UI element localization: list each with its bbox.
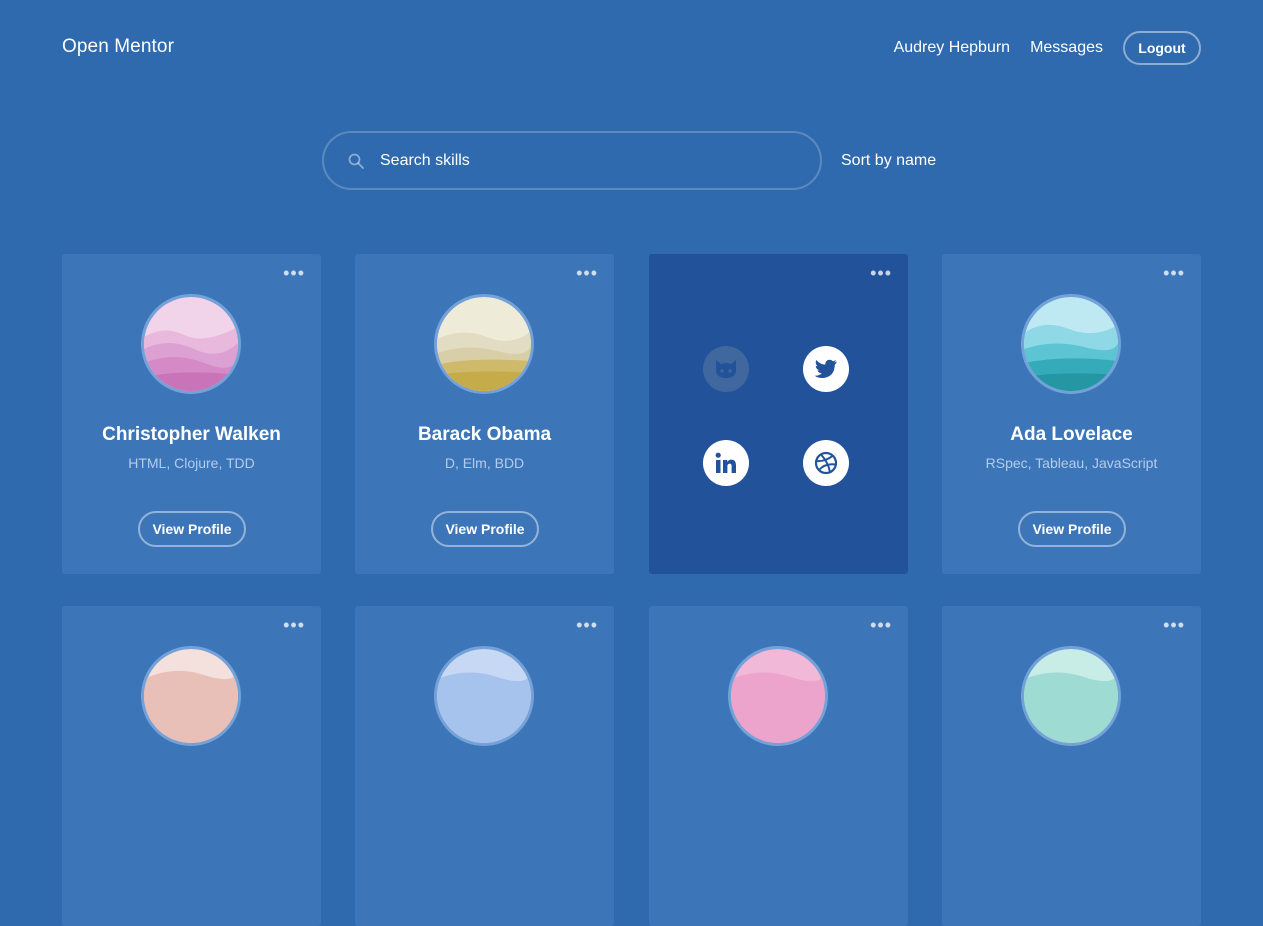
mentor-skills: RSpec, Tableau, JavaScript [985, 455, 1158, 471]
avatar [434, 646, 534, 746]
mentor-card: ••• [942, 606, 1201, 926]
mentor-card: ••• Ada Lovelace RSpec, Tableau, JavaScr… [942, 254, 1201, 574]
mentor-card: ••• [649, 606, 908, 926]
mentor-card: ••• Barack Obama D, Elm, BDD View Profil… [355, 254, 614, 574]
mentor-skills: HTML, Clojure, TDD [128, 455, 255, 471]
view-profile-button[interactable]: View Profile [138, 511, 246, 547]
card-menu-icon[interactable]: ••• [283, 264, 305, 282]
card-menu-icon[interactable]: ••• [576, 264, 598, 282]
mentor-card: ••• [355, 606, 614, 926]
avatar [141, 294, 241, 394]
avatar [728, 646, 828, 746]
view-profile-button[interactable]: View Profile [1018, 511, 1126, 547]
search-input[interactable] [380, 133, 800, 188]
mentor-skills: D, Elm, BDD [444, 455, 525, 471]
mentor-name: Ada Lovelace [1010, 424, 1133, 445]
mentor-card: ••• [62, 606, 321, 926]
mentor-name: Christopher Walken [102, 424, 281, 445]
search-icon [348, 153, 364, 169]
mentor-name: Barack Obama [417, 424, 552, 445]
card-menu-icon[interactable]: ••• [870, 264, 892, 282]
nav-messages[interactable]: Messages [1030, 39, 1103, 57]
linkedin-icon[interactable] [703, 440, 749, 486]
card-menu-icon[interactable]: ••• [576, 616, 598, 634]
card-menu-icon[interactable]: ••• [283, 616, 305, 634]
twitter-icon[interactable] [803, 346, 849, 392]
avatar [141, 646, 241, 746]
top-header: Open Mentor Audrey Hepburn Messages Logo… [0, 0, 1263, 100]
mentor-card: ••• Christopher Walken HTML, Clojure, TD… [62, 254, 321, 574]
view-profile-button[interactable]: View Profile [431, 511, 539, 547]
nav-user-name[interactable]: Audrey Hepburn [894, 39, 1011, 57]
sort-by-name[interactable]: Sort by name [841, 152, 936, 170]
logout-button[interactable]: Logout [1123, 31, 1201, 65]
card-menu-icon[interactable]: ••• [1163, 616, 1185, 634]
brand-logo[interactable]: Open Mentor [62, 36, 174, 58]
dribbble-icon[interactable] [803, 440, 849, 486]
top-nav: Audrey Hepburn Messages Logout [894, 31, 1201, 65]
search-bar [322, 131, 822, 190]
avatar [1021, 646, 1121, 746]
card-menu-icon[interactable]: ••• [870, 616, 892, 634]
card-menu-icon[interactable]: ••• [1163, 264, 1185, 282]
mentor-card-social: ••• [649, 254, 908, 574]
avatar [1021, 294, 1121, 394]
avatar [434, 294, 534, 394]
github-icon[interactable] [703, 346, 749, 392]
